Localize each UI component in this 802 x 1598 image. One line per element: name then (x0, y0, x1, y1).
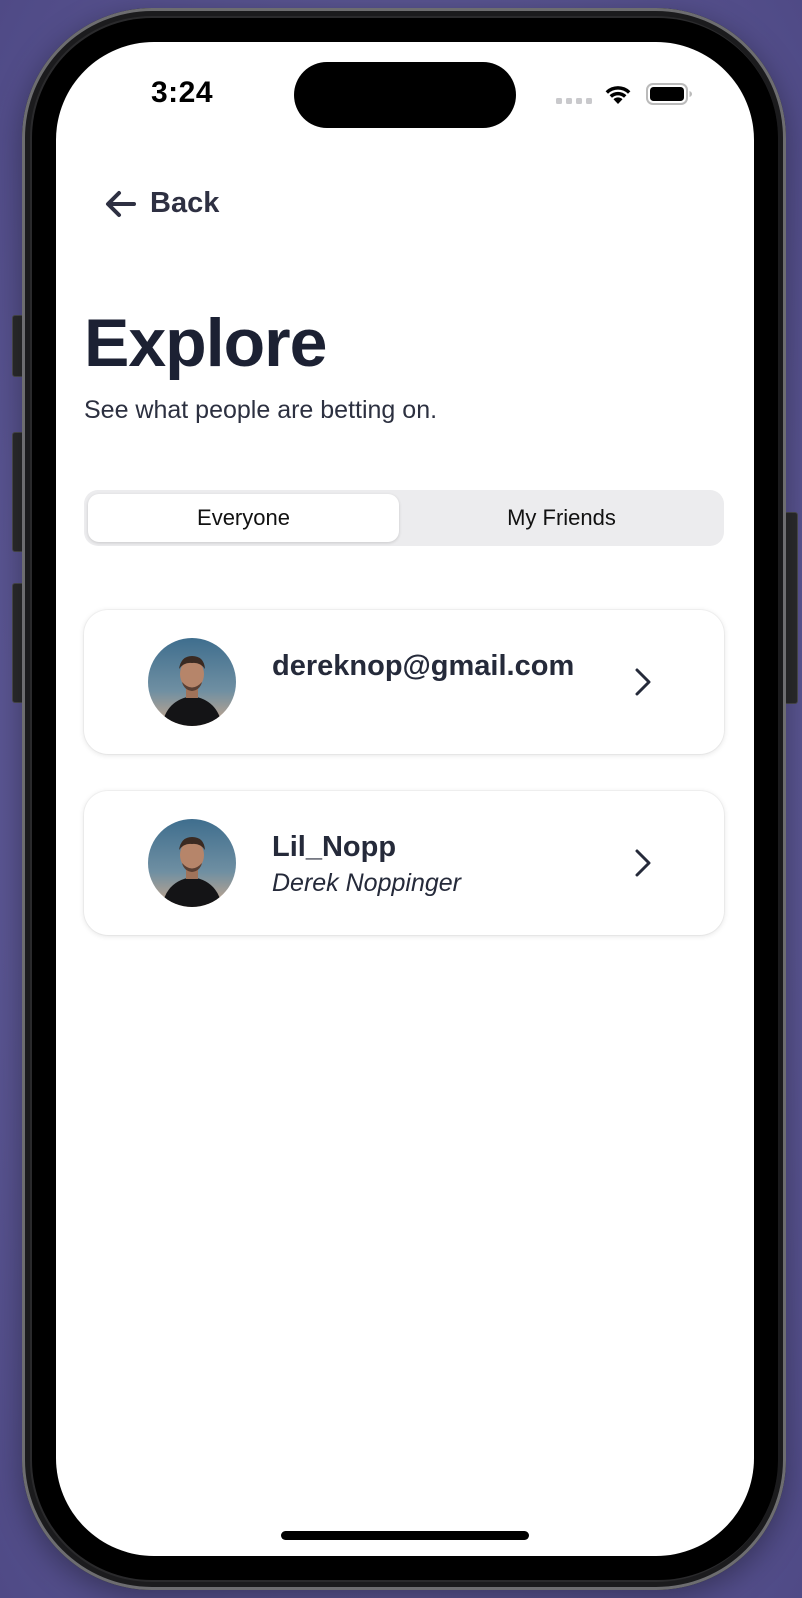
status-time: 3:24 (151, 76, 214, 109)
username: Lil_Nopp (272, 831, 397, 863)
battery-icon (646, 83, 692, 105)
back-label: Back (150, 187, 220, 219)
chevron-right-icon (635, 849, 651, 877)
cellular-signal-icon (556, 98, 592, 104)
wifi-icon (605, 86, 631, 104)
home-indicator[interactable] (281, 1531, 529, 1540)
tab-my-friends[interactable]: My Friends (403, 494, 720, 542)
avatar (148, 819, 236, 907)
page-subtitle: See what people are betting on. (84, 396, 438, 424)
user-email: dereknop@gmail.com (272, 650, 575, 682)
power-button (784, 512, 798, 704)
avatar (148, 638, 236, 726)
arrow-left-icon (106, 190, 136, 217)
tab-everyone[interactable]: Everyone (88, 494, 399, 542)
dynamic-island (294, 62, 516, 128)
user-card[interactable]: Lil_Nopp Derek Noppinger (84, 791, 724, 935)
chevron-right-icon (635, 668, 651, 696)
back-button[interactable]: Back (104, 187, 219, 220)
screen: 3:24 Back Explore See what people are be… (56, 42, 754, 1556)
full-name: Derek Noppinger (272, 869, 461, 897)
page-title: Explore (84, 305, 327, 381)
segmented-control: Everyone My Friends (84, 490, 724, 546)
user-card[interactable]: dereknop@gmail.com (84, 610, 724, 754)
